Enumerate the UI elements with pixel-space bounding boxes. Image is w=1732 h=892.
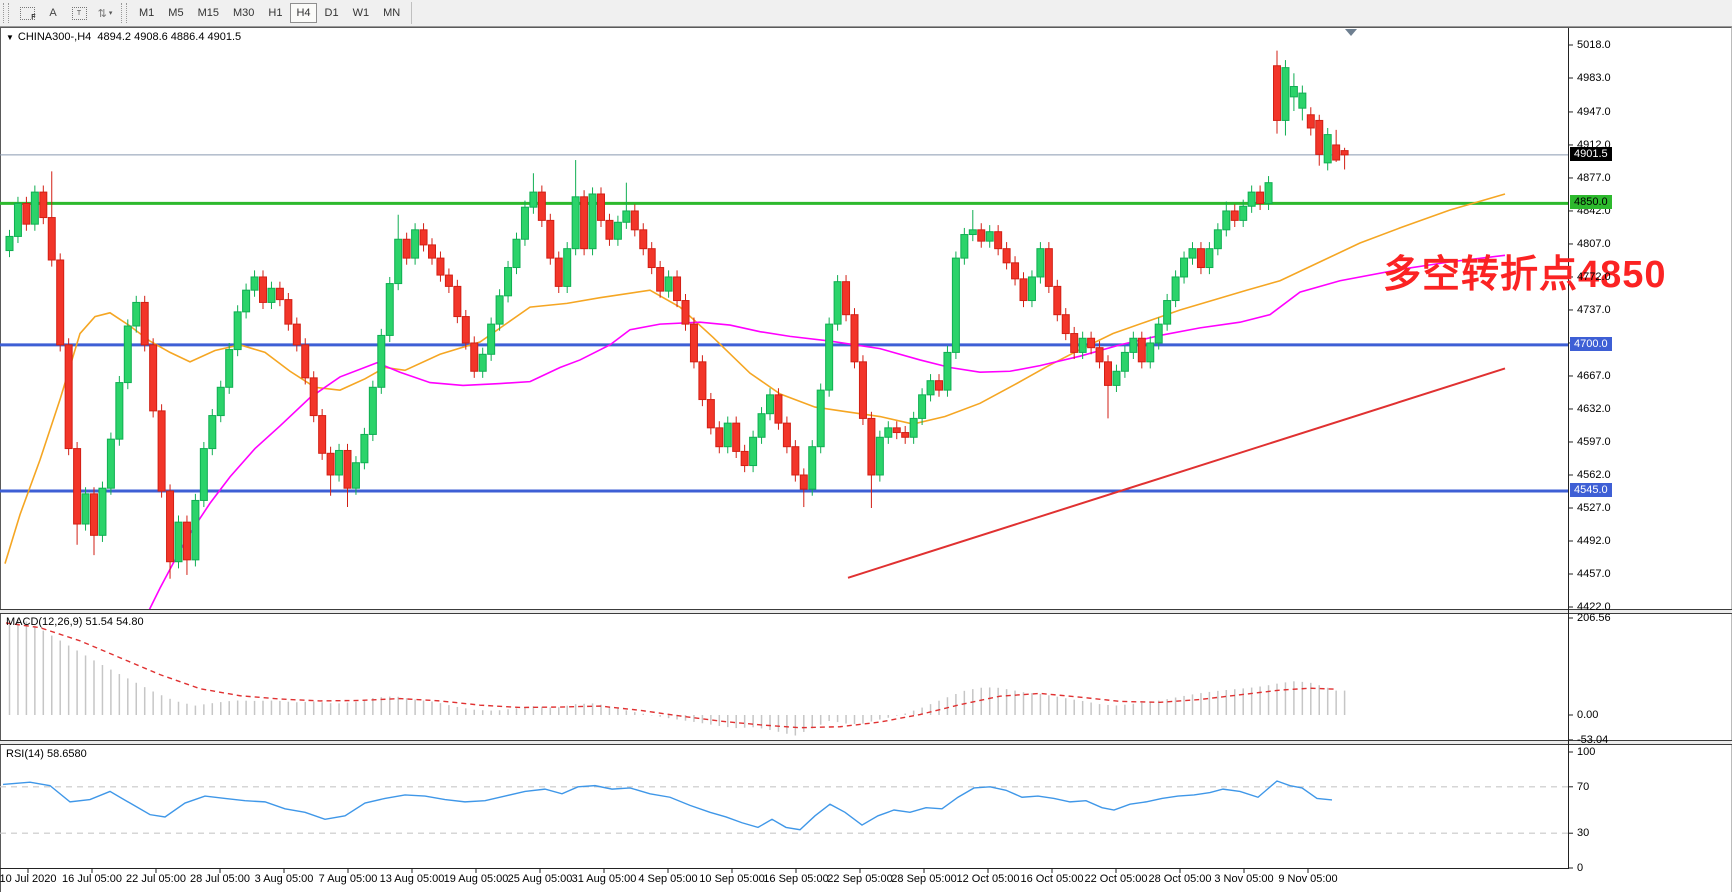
price-axis-line	[1568, 28, 1569, 868]
time-axis-label: 25 Aug 05:00	[508, 873, 573, 885]
price-axis-label: 5018.0	[1577, 39, 1611, 51]
time-axis-label: 22 Sep 05:00	[827, 873, 892, 885]
candles-layer	[6, 51, 1348, 579]
symbol-timeframe-label: CHINA300-,H4	[18, 31, 91, 43]
macd-scale-label: -53.04	[1577, 734, 1608, 746]
price-axis-label: 4492.0	[1577, 535, 1611, 547]
axis-ticks	[28, 45, 1573, 873]
time-axis-label: 16 Sep 05:00	[763, 873, 828, 885]
price-axis-label: 4807.0	[1577, 238, 1611, 250]
symbol-dropdown-caret-icon[interactable]: ▼	[6, 33, 14, 42]
time-axis-label: 16 Oct 05:00	[1021, 873, 1084, 885]
rsi-scale-label: 30	[1577, 827, 1589, 839]
price-axis-label: 4947.0	[1577, 106, 1611, 118]
price-tag-support-blue: 4545.0	[1570, 483, 1612, 497]
macd-signal-line	[6, 623, 1336, 728]
macd-label: MACD(12,26,9) 51.54 54.80	[6, 616, 144, 628]
time-axis-label: 10 Jul 2020	[0, 873, 56, 885]
ohlc-readout: 4894.2 4908.6 4886.4 4901.5	[97, 31, 241, 43]
price-axis-label: 4983.0	[1577, 72, 1611, 84]
panel-separator[interactable]	[0, 740, 1732, 745]
time-axis-label: 28 Oct 05:00	[1149, 873, 1212, 885]
trendline[interactable]	[848, 368, 1505, 577]
time-axis-label: 22 Jul 05:00	[126, 873, 186, 885]
time-axis-label: 9 Nov 05:00	[1278, 873, 1337, 885]
price-tag-support-blue: 4700.0	[1570, 337, 1612, 351]
chart-canvas[interactable]	[0, 0, 1732, 892]
rsi-scale-label: 0	[1577, 862, 1583, 874]
time-axis-label: 13 Aug 05:00	[380, 873, 445, 885]
main-plot-layer[interactable]	[0, 51, 1568, 617]
time-axis-label: 4 Sep 05:00	[638, 873, 697, 885]
time-axis-label: 28 Sep 05:00	[891, 873, 956, 885]
time-axis-label: 31 Aug 05:00	[572, 873, 637, 885]
mt4-chart-screen: { "toolbar": { "tools": [ {"name": "fibo…	[0, 0, 1732, 892]
time-axis-label: 16 Jul 05:00	[62, 873, 122, 885]
price-axis-label: 4737.0	[1577, 304, 1611, 316]
price-tag-current-price: 4901.5	[1570, 147, 1612, 161]
price-axis-label: 4562.0	[1577, 469, 1611, 481]
price-axis-label: 4457.0	[1577, 568, 1611, 580]
macd-layer	[6, 619, 1345, 736]
chinese-annotation: 多空转折点4850	[1383, 243, 1667, 298]
rsi-line	[3, 781, 1332, 830]
ma-slow-line	[146, 255, 1505, 616]
price-axis-label: 4597.0	[1577, 436, 1611, 448]
time-axis-label: 22 Oct 05:00	[1085, 873, 1148, 885]
time-axis-label: 28 Jul 05:00	[190, 873, 250, 885]
macd-scale-label: 0.00	[1577, 709, 1598, 721]
price-axis-label: 4667.0	[1577, 370, 1611, 382]
chart-title: ▼ CHINA300-,H4 4894.2 4908.6 4886.4 4901.…	[6, 31, 241, 43]
rsi-scale-label: 70	[1577, 781, 1589, 793]
rsi-label: RSI(14) 58.6580	[6, 748, 87, 760]
price-axis-label: 4772.0	[1577, 271, 1611, 283]
time-axis-label: 7 Aug 05:00	[319, 873, 378, 885]
time-axis-line	[0, 868, 1569, 869]
price-tag-pivot-green: 4850.0	[1570, 195, 1612, 209]
price-axis-label: 4877.0	[1577, 172, 1611, 184]
rsi-scale-label: 100	[1577, 746, 1595, 758]
time-axis-label: 12 Oct 05:00	[957, 873, 1020, 885]
time-axis-label: 19 Aug 05:00	[444, 873, 509, 885]
macd-scale-label: 206.56	[1577, 612, 1611, 624]
time-axis-label: 10 Sep 05:00	[699, 873, 764, 885]
rsi-layer	[0, 781, 1568, 833]
panel-separator[interactable]	[0, 609, 1732, 614]
time-axis-label: 3 Aug 05:00	[255, 873, 314, 885]
time-axis-label: 3 Nov 05:00	[1214, 873, 1273, 885]
price-axis-label: 4632.0	[1577, 403, 1611, 415]
price-axis-label: 4527.0	[1577, 502, 1611, 514]
chart-shift-marker-icon[interactable]	[1345, 29, 1357, 36]
